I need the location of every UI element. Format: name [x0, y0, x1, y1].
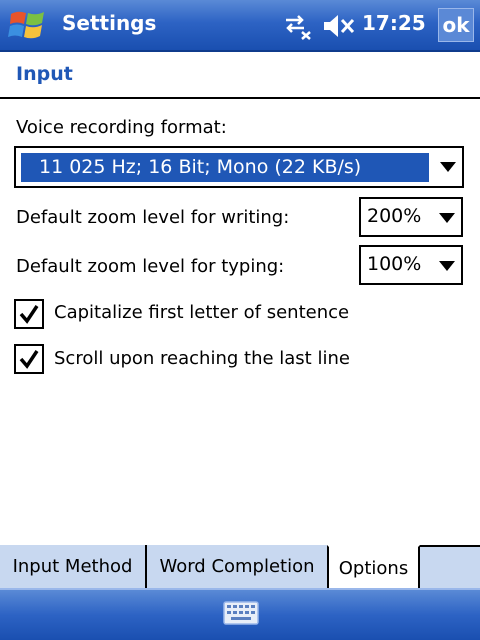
chevron-down-icon	[440, 162, 456, 172]
checkmark-icon	[19, 350, 39, 369]
zoom-writing-value: 200%	[367, 205, 422, 227]
zoom-typing-value: 100%	[367, 253, 422, 275]
zoom-typing-dropdown[interactable]: 100%	[359, 245, 463, 285]
tab-input-method[interactable]: Input Method	[0, 545, 147, 588]
zoom-typing-label: Default zoom level for typing:	[16, 256, 285, 277]
connectivity-off-icon[interactable]	[280, 12, 314, 40]
tab-word-completion[interactable]: Word Completion	[147, 545, 329, 588]
voice-format-label: Voice recording format:	[16, 117, 227, 138]
windows-start-icon[interactable]	[8, 8, 48, 42]
ok-button[interactable]: ok	[438, 8, 474, 42]
keyboard-icon[interactable]	[223, 601, 259, 625]
chevron-down-icon	[439, 261, 455, 271]
zoom-writing-dropdown[interactable]: 200%	[359, 197, 463, 237]
scroll-last-line-checkbox[interactable]	[14, 344, 44, 374]
scroll-last-line-label[interactable]: Scroll upon reaching the last line	[54, 348, 350, 369]
header-divider	[0, 97, 480, 99]
capitalize-label[interactable]: Capitalize first letter of sentence	[54, 302, 349, 323]
clock[interactable]: 17:25	[362, 11, 426, 35]
page-title: Input	[16, 63, 73, 85]
checkmark-icon	[19, 305, 39, 324]
capitalize-checkbox[interactable]	[14, 299, 44, 329]
volume-muted-icon[interactable]	[322, 12, 356, 40]
tab-options[interactable]: Options	[327, 545, 420, 588]
chevron-down-icon	[439, 213, 455, 223]
zoom-writing-label: Default zoom level for writing:	[16, 207, 290, 228]
voice-format-value: 11 025 Hz; 16 Bit; Mono (22 KB/s)	[21, 153, 429, 182]
voice-format-dropdown[interactable]: 11 025 Hz; 16 Bit; Mono (22 KB/s)	[14, 146, 464, 188]
app-title: Settings	[62, 11, 157, 35]
